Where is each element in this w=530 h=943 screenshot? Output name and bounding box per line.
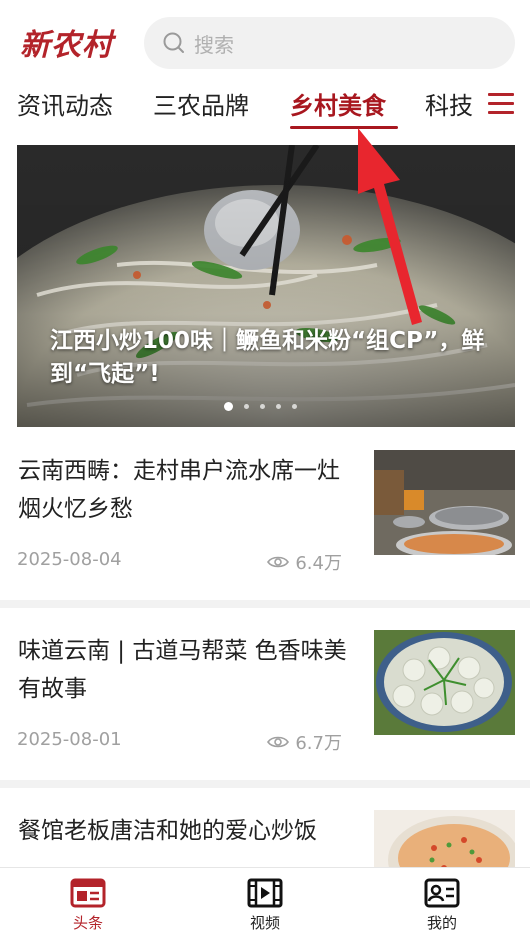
list-separator xyxy=(0,600,530,608)
article-thumbnail xyxy=(374,450,515,555)
article-title: 味道云南 | 古道马帮菜 色香味美有故事 xyxy=(18,638,347,702)
article-title: 云南西畴：走村串户流水席一灶烟火忆乡愁 xyxy=(18,458,340,522)
nav-video[interactable]: 视频 xyxy=(225,878,305,933)
list-item[interactable]: 味道云南 | 古道马帮菜 色香味美有故事 2025-08-01 6.7万 xyxy=(0,620,530,800)
search-placeholder: 搜索 xyxy=(194,32,234,57)
views-count: 6.7万 xyxy=(295,733,342,754)
carousel-dot xyxy=(260,404,265,409)
article-views: 6.7万 xyxy=(267,729,342,755)
article-date: 2025-08-04 xyxy=(17,549,122,570)
tab-tech[interactable]: 科技 xyxy=(425,86,473,121)
article-date: 2025-08-01 xyxy=(17,729,122,750)
list-item[interactable]: 餐馆老板唐洁和她的爱心炒饭 xyxy=(0,800,530,870)
app-logo[interactable]: 新农村 xyxy=(20,20,113,64)
list-separator xyxy=(0,780,530,788)
nav-label: 头条 xyxy=(72,914,103,932)
article-thumbnail xyxy=(374,810,515,870)
article-thumbnail xyxy=(374,630,515,735)
nav-headlines[interactable]: 头条 xyxy=(48,878,128,933)
category-tabs: 资讯动态 三农品牌 乡村美食 科技 xyxy=(0,84,530,130)
tab-food[interactable]: 乡村美食 xyxy=(290,86,386,121)
eye-icon xyxy=(267,556,290,568)
search-bar[interactable]: 搜索 xyxy=(144,17,515,69)
nav-mine[interactable]: 我的 xyxy=(402,878,482,933)
carousel-dot xyxy=(292,404,297,409)
list-item[interactable]: 云南西畴：走村串户流水席一灶烟火忆乡愁 2025-08-04 6.4万 xyxy=(0,440,530,620)
bottom-navigation: 头条 视频 我的 xyxy=(0,867,530,943)
carousel-dot xyxy=(224,402,233,411)
carousel-dot xyxy=(244,404,249,409)
profile-card-icon xyxy=(424,878,460,908)
tab-news[interactable]: 资讯动态 xyxy=(17,86,113,121)
news-icon xyxy=(70,878,106,908)
hero-title: 江西小炒100味｜鳜鱼和米粉“组CP”，鲜到“飞起”! xyxy=(50,328,485,387)
carousel-indicator xyxy=(224,402,297,411)
eye-icon xyxy=(267,736,290,748)
menu-icon[interactable] xyxy=(488,93,514,115)
nav-label: 视频 xyxy=(249,914,280,932)
article-title: 餐馆老板唐洁和她的爱心炒饭 xyxy=(18,818,317,844)
hero-banner[interactable]: 江西小炒100味｜鳜鱼和米粉“组CP”，鲜到“飞起”! xyxy=(17,145,515,427)
header: 新农村 搜索 xyxy=(0,0,530,84)
article-views: 6.4万 xyxy=(267,549,342,575)
annotation-arrow xyxy=(358,128,422,325)
views-count: 6.4万 xyxy=(295,553,342,574)
tab-brands[interactable]: 三农品牌 xyxy=(153,86,249,121)
search-icon xyxy=(163,32,184,53)
carousel-dot xyxy=(276,404,281,409)
nav-label: 我的 xyxy=(426,914,457,932)
video-icon xyxy=(247,878,283,908)
